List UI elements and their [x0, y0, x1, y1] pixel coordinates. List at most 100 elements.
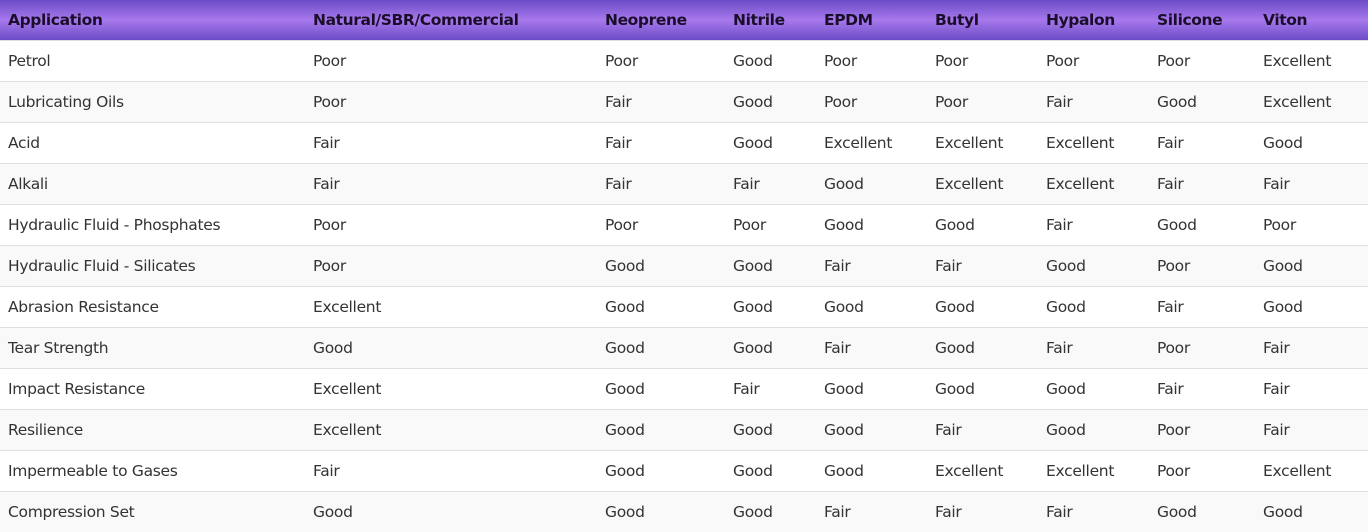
rating-cell: Poor	[935, 51, 968, 70]
table-row: Impact Resistance Excellent Good Fair Good Go…	[0, 368, 1368, 409]
rating-cell: Good	[733, 51, 773, 70]
column-header: Application	[8, 10, 103, 29]
rating-cell: Poor	[1157, 420, 1190, 439]
rating-cell: Fair	[1157, 174, 1184, 193]
rating-cell: Poor	[824, 51, 857, 70]
rating-cell: Excellent	[1263, 51, 1332, 70]
rating-cell: Poor	[605, 51, 638, 70]
application-cell: Abrasion Resistance	[8, 297, 159, 316]
column-header: Silicone	[1157, 10, 1223, 29]
rating-cell: Good	[605, 256, 645, 275]
column-header: Butyl	[935, 10, 979, 29]
rating-cell: Poor	[1046, 51, 1079, 70]
rating-cell: Good	[733, 256, 773, 275]
application-cell: Impact Resistance	[8, 379, 145, 398]
rating-cell: Excellent	[313, 297, 382, 316]
rating-cell: Excellent	[1263, 92, 1332, 111]
rating-cell: Excellent	[824, 133, 893, 152]
rating-cell: Good	[935, 379, 975, 398]
rating-cell: Good	[605, 502, 645, 521]
rating-cell: Good	[313, 338, 353, 357]
column-header: Hypalon	[1046, 10, 1115, 29]
rating-cell: Fair	[313, 461, 340, 480]
table-row: Petrol Poor Poor Good Poor Poor Poor Poor Excell…	[0, 40, 1368, 81]
rating-cell: Good	[733, 133, 773, 152]
rating-cell: Good	[733, 502, 773, 521]
rating-cell: Fair	[733, 174, 760, 193]
application-cell: Hydraulic Fluid - Silicates	[8, 256, 196, 275]
rating-cell: Fair	[313, 133, 340, 152]
rating-cell: Fair	[605, 174, 632, 193]
rating-cell: Fair	[1157, 133, 1184, 152]
rating-cell: Good	[605, 420, 645, 439]
rating-cell: Good	[935, 338, 975, 357]
rating-cell: Fair	[1046, 215, 1073, 234]
rating-cell: Fair	[1263, 174, 1290, 193]
rating-cell: Good	[733, 420, 773, 439]
rating-cell: Fair	[605, 133, 632, 152]
rating-cell: Excellent	[935, 174, 1004, 193]
rating-cell: Poor	[1157, 51, 1190, 70]
rating-cell: Excellent	[1046, 133, 1115, 152]
application-cell: Petrol	[8, 51, 51, 70]
rating-cell: Fair	[935, 420, 962, 439]
rating-cell: Fair	[935, 256, 962, 275]
rating-cell: Excellent	[313, 420, 382, 439]
column-header: Natural/SBR/Commercial	[313, 10, 519, 29]
rating-cell: Fair	[1046, 338, 1073, 357]
rating-cell: Good	[1046, 297, 1086, 316]
rating-cell: Good	[824, 297, 864, 316]
rating-cell: Poor	[605, 215, 638, 234]
rating-cell: Excellent	[1263, 461, 1332, 480]
table-header-row: Application Natural/SBR/Commercial Neopren…	[0, 0, 1368, 40]
table-row: Resilience Excellent Good Good Good Fair Good P…	[0, 409, 1368, 450]
rating-cell: Good	[313, 502, 353, 521]
table-row: Lubricating Oils Poor Fair Good Poor Poor Fair…	[0, 81, 1368, 122]
column-header: Neoprene	[605, 10, 687, 29]
rating-cell: Good	[1263, 256, 1303, 275]
table-row: Alkali Fair Fair Fair Good Excellent Excellent…	[0, 163, 1368, 204]
rating-cell: Good	[605, 338, 645, 357]
rating-cell: Fair	[1157, 379, 1184, 398]
application-cell: Acid	[8, 133, 40, 152]
rating-cell: Good	[935, 297, 975, 316]
rating-cell: Fair	[1157, 297, 1184, 316]
table-row: Abrasion Resistance Excellent Good Good Good…	[0, 286, 1368, 327]
column-header: Nitrile	[733, 10, 785, 29]
rating-cell: Poor	[824, 92, 857, 111]
application-cell: Lubricating Oils	[8, 92, 124, 111]
application-cell: Compression Set	[8, 502, 135, 521]
column-header: EPDM	[824, 10, 873, 29]
rating-cell: Fair	[733, 379, 760, 398]
rating-cell: Fair	[824, 256, 851, 275]
rating-cell: Good	[1046, 379, 1086, 398]
rating-cell: Excellent	[1046, 174, 1115, 193]
rating-cell: Fair	[1263, 420, 1290, 439]
rating-cell: Poor	[935, 92, 968, 111]
rating-cell: Excellent	[935, 133, 1004, 152]
rating-cell: Poor	[1157, 461, 1190, 480]
rating-cell: Good	[935, 215, 975, 234]
rating-cell: Good	[824, 174, 864, 193]
rating-cell: Poor	[1157, 338, 1190, 357]
table-row: Compression Set Good Good Good Fair Fair Fair G…	[0, 491, 1368, 532]
rating-cell: Good	[1157, 92, 1197, 111]
rating-cell: Good	[824, 461, 864, 480]
rating-cell: Fair	[313, 174, 340, 193]
rating-cell: Poor	[313, 215, 346, 234]
application-cell: Hydraulic Fluid - Phosphates	[8, 215, 221, 234]
rating-cell: Good	[605, 297, 645, 316]
rating-cell: Fair	[605, 92, 632, 111]
rating-cell: Fair	[824, 338, 851, 357]
rating-cell: Poor	[733, 215, 766, 234]
rating-cell: Poor	[313, 256, 346, 275]
rating-cell: Poor	[313, 92, 346, 111]
rating-cell: Excellent	[935, 461, 1004, 480]
rating-cell: Good	[824, 420, 864, 439]
table-row: Hydraulic Fluid - Phosphates Poor Poor Poor…	[0, 204, 1368, 245]
rating-cell: Excellent	[1046, 461, 1115, 480]
application-cell: Resilience	[8, 420, 84, 439]
rating-cell: Good	[824, 379, 864, 398]
table-row: Impermeable to Gases Fair Good Good Good Exce…	[0, 450, 1368, 491]
rating-cell: Fair	[1046, 502, 1073, 521]
